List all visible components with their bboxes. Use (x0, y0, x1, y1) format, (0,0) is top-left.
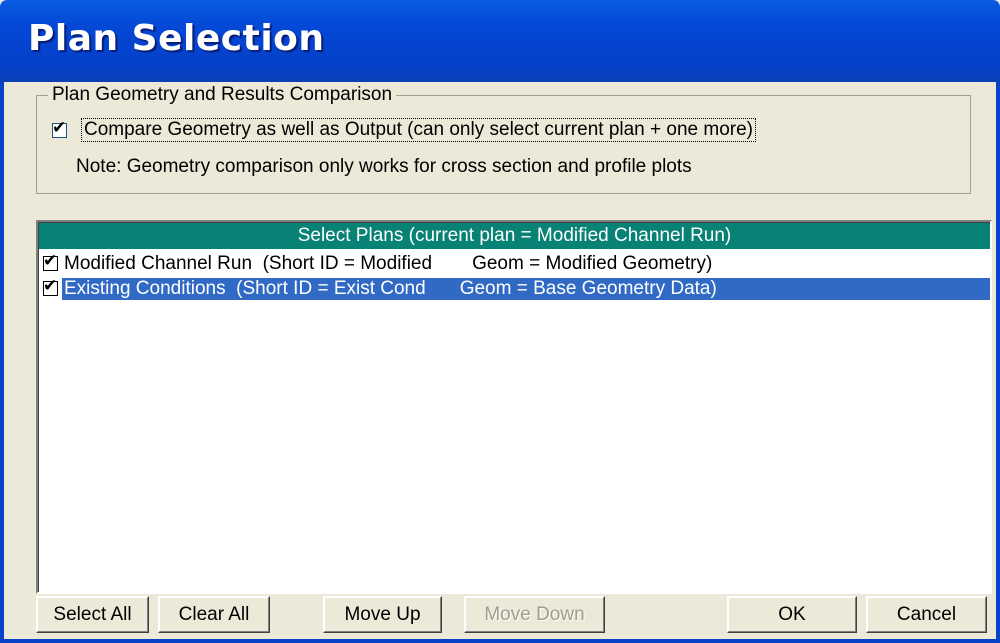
move-down-button[interactable]: Move Down (464, 596, 605, 633)
cancel-button[interactable]: Cancel (866, 596, 987, 633)
list-item[interactable]: ✔ Modified Channel Run (Short ID = Modif… (39, 251, 990, 276)
plan-row-text[interactable]: Existing Conditions (Short ID = Exist Co… (62, 277, 990, 300)
compare-geometry-option[interactable]: ✔ Compare Geometry as well as Output (ca… (52, 118, 756, 142)
move-up-label: Move Up (344, 603, 421, 625)
select-all-button[interactable]: Select All (36, 596, 149, 633)
clear-all-button[interactable]: Clear All (158, 596, 270, 633)
plan-geometry: Geom = Modified Geometry) (472, 252, 713, 274)
cancel-label: Cancel (896, 603, 957, 625)
plan-row-text[interactable]: Modified Channel Run (Short ID = Modifie… (64, 253, 712, 275)
plan-checkbox[interactable]: ✔ (43, 277, 58, 296)
plan-name: Modified Channel Run (Short ID = Modifie… (64, 252, 433, 274)
comparison-group-box (36, 95, 971, 194)
plan-geometry: Geom = Base Geometry Data) (459, 277, 717, 299)
plan-selection-dialog: Plan Selection Plan Geometry and Results… (0, 0, 1000, 643)
checkmark-icon: ✔ (43, 276, 58, 295)
clear-all-label: Clear All (178, 603, 250, 625)
move-down-label: Move Down (484, 603, 585, 625)
checkmark-icon: ✔ (52, 117, 67, 137)
window-title: Plan Selection (28, 18, 325, 59)
move-up-button[interactable]: Move Up (323, 596, 442, 633)
plans-list-inner: Select Plans (current plan = Modified Ch… (38, 222, 990, 592)
list-item[interactable]: ✔ Existing Conditions (Short ID = Exist … (39, 276, 990, 301)
plans-list-rows: ✔ Modified Channel Run (Short ID = Modif… (39, 251, 990, 301)
plan-checkbox[interactable]: ✔ (43, 252, 58, 271)
compare-geometry-checkbox[interactable]: ✔ (52, 119, 67, 138)
select-all-label: Select All (53, 603, 132, 625)
title-bar[interactable]: Plan Selection (0, 0, 1000, 82)
checkmark-icon: ✔ (43, 251, 58, 270)
plans-list[interactable]: Select Plans (current plan = Modified Ch… (36, 220, 992, 594)
geometry-note: Note: Geometry comparison only works for… (76, 156, 692, 177)
comparison-group-legend: Plan Geometry and Results Comparison (48, 84, 397, 106)
ok-label: OK (778, 603, 806, 625)
ok-button[interactable]: OK (727, 596, 857, 633)
plans-list-header: Select Plans (current plan = Modified Ch… (39, 223, 990, 249)
plan-name: Existing Conditions (Short ID = Exist Co… (64, 277, 426, 299)
compare-geometry-label[interactable]: Compare Geometry as well as Output (can … (81, 118, 756, 142)
